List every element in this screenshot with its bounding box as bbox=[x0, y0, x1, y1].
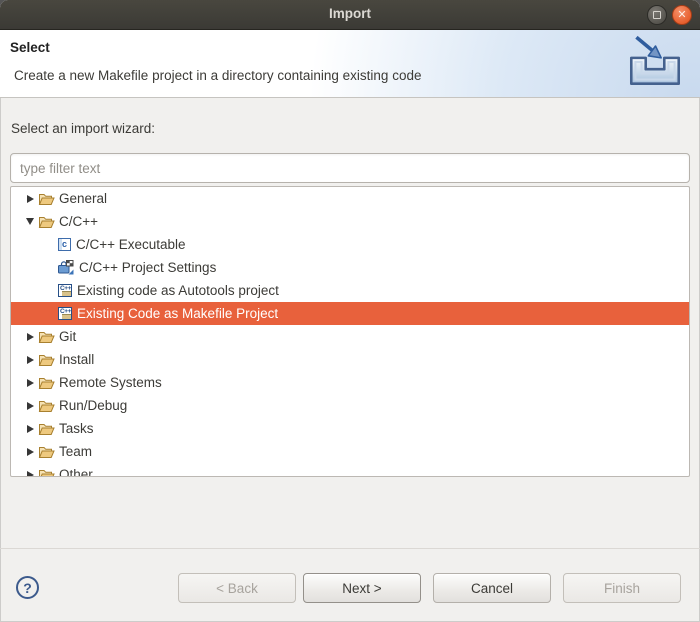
window-title: Import bbox=[0, 6, 700, 21]
next-button[interactable]: Next > bbox=[303, 573, 421, 603]
tree-item-label: Git bbox=[59, 329, 76, 344]
cancel-button[interactable]: Cancel bbox=[433, 573, 551, 603]
tree-item-label: Install bbox=[59, 352, 94, 367]
folder-icon bbox=[38, 192, 55, 206]
tree-item-label: Run/Debug bbox=[59, 398, 127, 413]
close-button[interactable]: ✕ bbox=[672, 5, 692, 25]
folder-icon bbox=[38, 215, 55, 229]
expand-arrow-icon[interactable] bbox=[25, 193, 35, 205]
tree-item-run-debug[interactable]: Run/Debug bbox=[11, 394, 689, 417]
tree-item-existing-code-as-makefile-project[interactable]: C++ Existing Code as Makefile Project bbox=[11, 302, 689, 325]
tree-item-general[interactable]: General bbox=[11, 187, 689, 210]
tree-item-git[interactable]: Git bbox=[11, 325, 689, 348]
tree-item-label: C/C++ Executable bbox=[76, 237, 186, 252]
tree-item-label: Existing code as Autotools project bbox=[77, 283, 279, 298]
tree-item-tasks[interactable]: Tasks bbox=[11, 417, 689, 440]
wizard-banner: Select Create a new Makefile project in … bbox=[0, 30, 700, 98]
expand-arrow-icon[interactable] bbox=[25, 400, 35, 412]
tree-item-label: Remote Systems bbox=[59, 375, 162, 390]
folder-icon bbox=[38, 330, 55, 344]
expand-arrow-icon[interactable] bbox=[25, 354, 35, 366]
tree-item-other[interactable]: Other bbox=[11, 463, 689, 477]
tree-item-existing-code-as-autotools-project[interactable]: C++ Existing code as Autotools project bbox=[11, 279, 689, 302]
tree-item-remote-systems[interactable]: Remote Systems bbox=[11, 371, 689, 394]
project-settings-icon bbox=[58, 260, 74, 275]
maximize-button[interactable] bbox=[647, 5, 667, 25]
titlebar[interactable]: Import ✕ bbox=[0, 0, 700, 30]
tree-item-label: C/C++ bbox=[59, 214, 98, 229]
filter-input[interactable] bbox=[10, 153, 690, 183]
tree-item-team[interactable]: Team bbox=[11, 440, 689, 463]
cpp-project-icon: C++ bbox=[58, 307, 72, 320]
back-button: < Back bbox=[178, 573, 296, 603]
footer-divider bbox=[0, 548, 700, 549]
cpp-project-icon: C++ bbox=[58, 284, 72, 297]
banner-title: Select bbox=[10, 40, 50, 55]
banner-subtitle: Create a new Makefile project in a direc… bbox=[14, 68, 421, 83]
import-dialog-window: Import ✕ Select Create a new Makefile pr… bbox=[0, 0, 700, 622]
tree-item-c-c-executable[interactable]: c C/C++ Executable bbox=[11, 233, 689, 256]
close-icon: ✕ bbox=[677, 10, 686, 21]
folder-icon bbox=[38, 399, 55, 413]
tree-item-label: C/C++ Project Settings bbox=[79, 260, 216, 275]
folder-icon bbox=[38, 353, 55, 367]
tree-item-label: Existing Code as Makefile Project bbox=[77, 306, 278, 321]
tree-item-c-c[interactable]: C/C++ bbox=[11, 210, 689, 233]
expand-arrow-icon[interactable] bbox=[25, 423, 35, 435]
folder-icon bbox=[38, 376, 55, 390]
wizard-tree: General C/C++ c C/C++ Executable C/C++ Proje… bbox=[10, 186, 690, 477]
collapse-arrow-icon[interactable] bbox=[25, 216, 35, 228]
tree-item-label: Other bbox=[59, 467, 93, 477]
folder-icon bbox=[38, 468, 55, 478]
finish-button: Finish bbox=[563, 573, 681, 603]
c-executable-icon: c bbox=[58, 238, 71, 251]
tree-item-label: General bbox=[59, 191, 107, 206]
expand-arrow-icon[interactable] bbox=[25, 331, 35, 343]
tree-item-install[interactable]: Install bbox=[11, 348, 689, 371]
expand-arrow-icon[interactable] bbox=[25, 377, 35, 389]
wizard-select-label: Select an import wizard: bbox=[11, 121, 155, 136]
expand-arrow-icon[interactable] bbox=[25, 469, 35, 478]
help-button[interactable]: ? bbox=[16, 576, 39, 599]
tree-item-label: Team bbox=[59, 444, 92, 459]
maximize-icon bbox=[653, 11, 661, 19]
folder-icon bbox=[38, 445, 55, 459]
import-wizard-icon bbox=[622, 34, 688, 95]
expand-arrow-icon[interactable] bbox=[25, 446, 35, 458]
tree-item-c-c-project-settings[interactable]: C/C++ Project Settings bbox=[11, 256, 689, 279]
folder-icon bbox=[38, 422, 55, 436]
tree-item-label: Tasks bbox=[59, 421, 94, 436]
help-question-icon: ? bbox=[23, 580, 32, 596]
